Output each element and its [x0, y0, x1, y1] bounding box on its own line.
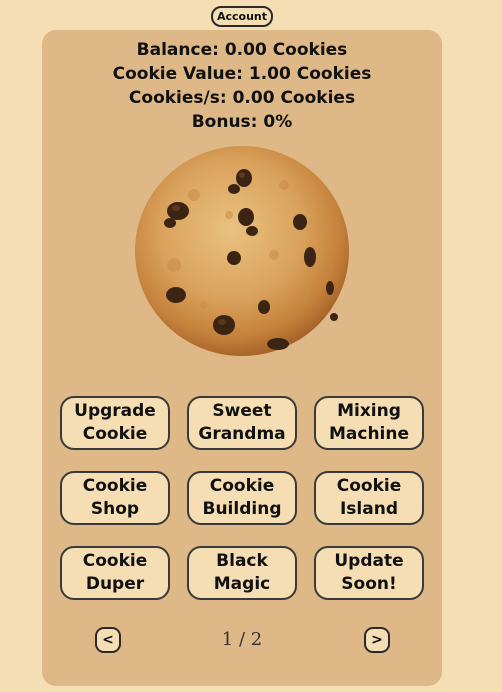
mixing-machine-button[interactable]: Mixing Machine: [314, 396, 424, 450]
prev-page-button[interactable]: <: [95, 627, 121, 653]
upgrade-cookie-button[interactable]: Upgrade Cookie: [60, 396, 170, 450]
upgrade-grid: Upgrade Cookie Sweet Grandma Mixing Machine…: [60, 396, 424, 601]
cookie-building-button[interactable]: Cookie Building: [187, 471, 297, 525]
chevron-left-icon: <: [102, 632, 114, 648]
cookies-per-second-text: Cookies/s: 0.00 Cookies: [128, 88, 356, 108]
game-panel: Balance: 0.00 Cookies Cookie Value: 1.00…: [42, 30, 442, 686]
chevron-right-icon: >: [371, 632, 383, 648]
cookie-shop-button[interactable]: Cookie Shop: [60, 471, 170, 525]
cookie-value-text: Cookie Value: 1.00 Cookies: [112, 64, 372, 84]
cookie-island-button[interactable]: Cookie Island: [314, 471, 424, 525]
cookie-icon[interactable]: [134, 145, 350, 357]
cookie-duper-button[interactable]: Cookie Duper: [60, 546, 170, 600]
update-soon-button[interactable]: Update Soon!: [314, 546, 424, 600]
next-page-button[interactable]: >: [364, 627, 390, 653]
balance-text: Balance: 0.00 Cookies: [136, 40, 348, 60]
bonus-text: Bonus: 0%: [191, 112, 293, 132]
black-magic-button[interactable]: Black Magic: [187, 546, 297, 600]
sweet-grandma-button[interactable]: Sweet Grandma: [187, 396, 297, 450]
page-indicator: 1 / 2: [221, 629, 263, 650]
account-button[interactable]: Account: [211, 6, 273, 27]
stats-block: Balance: 0.00 Cookies Cookie Value: 1.00…: [42, 38, 442, 134]
page: Account Balance: 0.00 Cookies Cookie Val…: [0, 0, 502, 692]
